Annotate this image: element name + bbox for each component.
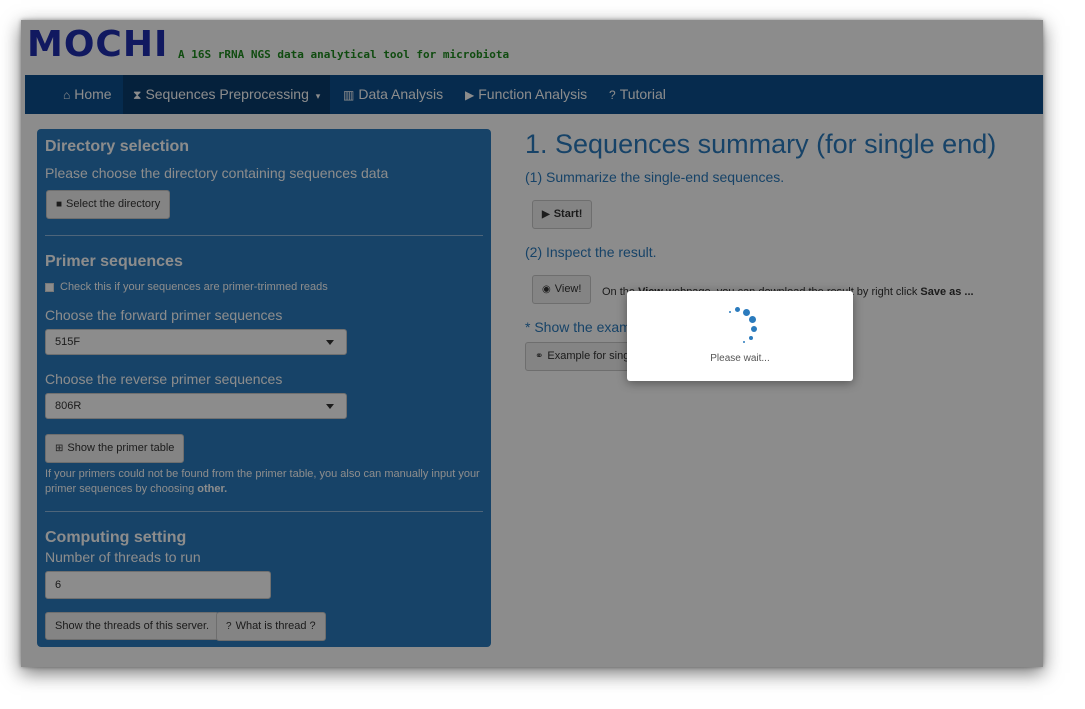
loading-spinner-icon [724,303,764,343]
browser-window: MOCHI A 16S rRNA NGS data analytical too… [21,20,1043,667]
loading-modal: Please wait... [627,291,853,381]
modal-backdrop [21,20,1043,667]
please-wait-text: Please wait... [710,353,770,364]
